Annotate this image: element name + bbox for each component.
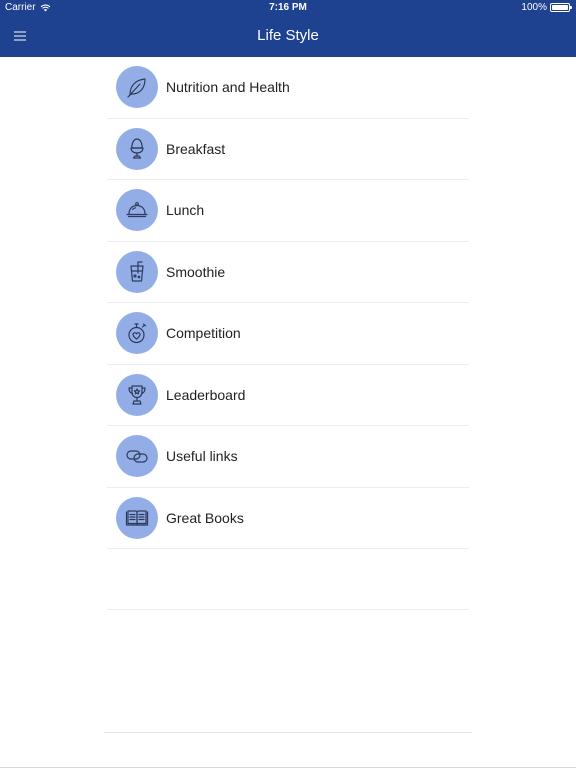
trophy-icon xyxy=(116,373,158,416)
menu-item-leaderboard[interactable]: Leaderboard xyxy=(107,365,469,426)
battery-percent: 100% xyxy=(521,2,547,13)
menu-button[interactable] xyxy=(8,24,32,48)
menu-item-useful-links[interactable]: Useful links xyxy=(107,426,469,488)
stopwatch-heart-icon xyxy=(116,312,158,355)
menu-item-label: Nutrition and Health xyxy=(166,79,290,96)
battery-indicator: 100% xyxy=(521,2,572,13)
status-time: 7:16 PM xyxy=(269,2,307,13)
navigation-bar: Life Style xyxy=(0,16,576,57)
drink-glass-icon xyxy=(116,250,158,293)
battery-icon xyxy=(550,3,572,12)
page-title: Life Style xyxy=(257,27,319,44)
hamburger-icon xyxy=(14,31,26,41)
egg-cup-icon xyxy=(116,127,158,170)
menu-item-label: Competition xyxy=(166,325,241,342)
link-icon xyxy=(116,435,158,478)
menu-item-label: Leaderboard xyxy=(166,386,246,403)
menu-item-nutrition-and-health[interactable]: Nutrition and Health xyxy=(107,57,469,119)
menu-item-breakfast[interactable]: Breakfast xyxy=(107,119,469,180)
menu-item-lunch[interactable]: Lunch xyxy=(107,180,469,242)
wifi-icon xyxy=(40,4,50,11)
menu-item-label: Smoothie xyxy=(166,263,226,280)
leaf-icon xyxy=(116,66,158,109)
menu-item-label: Useful links xyxy=(166,448,238,465)
menu-item-competition[interactable]: Competition xyxy=(107,303,469,365)
menu-item-great-books[interactable]: Great Books xyxy=(107,488,469,549)
battery-fill xyxy=(552,5,568,10)
carrier-label: Carrier xyxy=(5,2,36,13)
menu-item-smoothie[interactable]: Smoothie xyxy=(107,242,469,303)
menu-item-label: Breakfast xyxy=(166,140,226,157)
menu-list: Nutrition and Health Breakfast Lunch Smo… xyxy=(107,57,469,549)
menu-item-label: Lunch xyxy=(166,202,205,219)
list-separator xyxy=(104,732,472,733)
carrier-indicator: Carrier xyxy=(5,2,51,13)
cloche-icon xyxy=(116,189,158,232)
open-book-icon xyxy=(116,496,158,539)
list-separator xyxy=(107,609,469,610)
status-bar: Carrier 7:16 PM 100% xyxy=(0,0,576,16)
menu-item-label: Great Books xyxy=(166,509,244,526)
